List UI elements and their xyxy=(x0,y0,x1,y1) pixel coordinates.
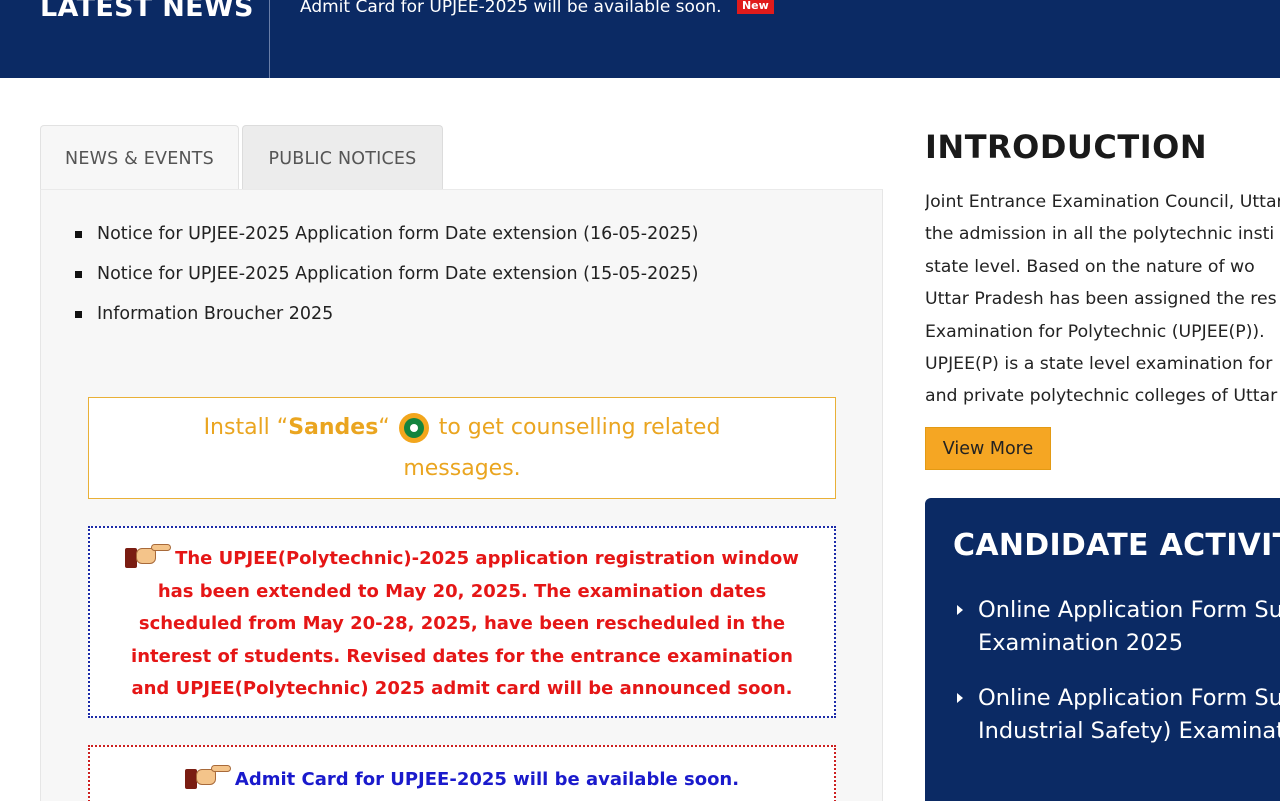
latest-news-divider xyxy=(269,0,270,78)
candidate-activity-item[interactable]: Online Application Form Su Examination 2… xyxy=(957,594,1280,660)
notice-item[interactable]: Notice for UPJEE-2025 Application form D… xyxy=(75,254,698,294)
latest-news-text[interactable]: Admit Card for UPJEE-2025 will be availa… xyxy=(300,0,722,17)
latest-news-bar: LATEST NEWS Admit Card for UPJEE-2025 wi… xyxy=(0,0,1280,78)
latest-news-item[interactable]: Admit Card for UPJEE-2025 will be availa… xyxy=(300,0,774,17)
admit-card-notice: Admit Card for UPJEE-2025 will be availa… xyxy=(88,745,836,801)
registration-extension-alert: The UPJEE(Polytechnic)-2025 application … xyxy=(88,526,836,718)
news-events-panel: Notice for UPJEE-2025 Application form D… xyxy=(40,189,883,801)
candidate-activity-title: CANDIDATE ACTIVITY xyxy=(953,528,1280,563)
notice-item[interactable]: Notice for UPJEE-2025 Application form D… xyxy=(75,214,698,254)
alert-text: The UPJEE(Polytechnic)-2025 application … xyxy=(131,548,799,699)
sandes-logo-icon[interactable] xyxy=(398,413,429,443)
sandes-line-1: Install “Sandes“ to get counselling rela… xyxy=(89,407,835,448)
sandes-app-name[interactable]: Sandes xyxy=(288,415,378,440)
candidate-activity-item[interactable]: Online Application Form Su Industrial Sa… xyxy=(957,682,1280,748)
tab-public-notices[interactable]: PUBLIC NOTICES xyxy=(242,125,443,191)
notice-list: Notice for UPJEE-2025 Application form D… xyxy=(75,214,698,334)
view-more-button[interactable]: View More xyxy=(925,427,1051,470)
admit-card-text[interactable]: Admit Card for UPJEE-2025 will be availa… xyxy=(235,769,739,790)
candidate-activity-list: Online Application Form Su Examination 2… xyxy=(957,594,1280,770)
introduction-title: INTRODUCTION xyxy=(925,128,1208,166)
sandes-install-box: Install “Sandes“ to get counselling rela… xyxy=(88,397,836,499)
news-tabs: NEWS & EVENTS PUBLIC NOTICES xyxy=(40,125,883,191)
introduction-text: Joint Entrance Examination Council, Utta… xyxy=(925,192,1280,407)
notice-item[interactable]: Information Broucher 2025 xyxy=(75,294,698,334)
latest-news-title: LATEST NEWS xyxy=(40,0,254,23)
candidate-activity-panel: CANDIDATE ACTIVITY Online Application Fo… xyxy=(925,498,1280,801)
pointing-hand-icon xyxy=(125,542,172,568)
pointing-hand-icon xyxy=(184,763,231,789)
new-badge: New xyxy=(736,0,774,14)
tab-news-events[interactable]: NEWS & EVENTS xyxy=(40,125,239,191)
sandes-line-2: messages. xyxy=(403,456,521,481)
